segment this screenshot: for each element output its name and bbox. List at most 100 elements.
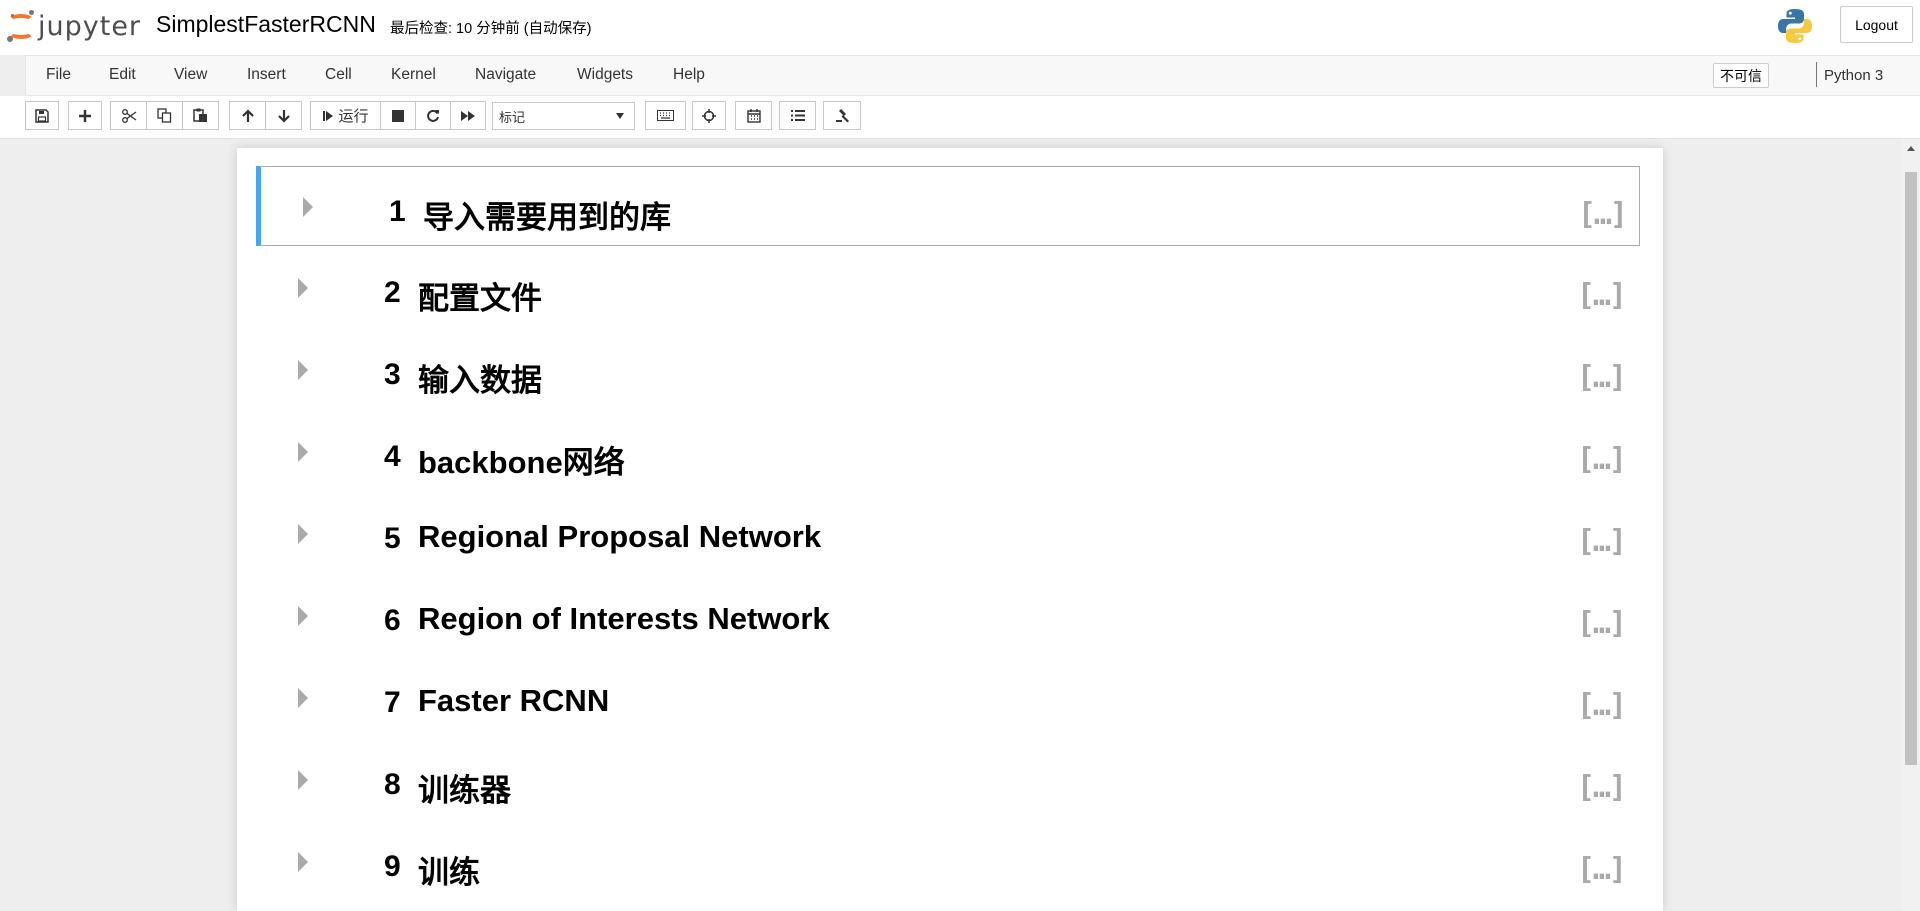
- jupyter-logo[interactable]: jupyter: [6, 8, 141, 44]
- menubar: File Edit View Insert Cell Kernel Naviga…: [25, 55, 1920, 96]
- heading-text: 训练器: [418, 773, 511, 808]
- gavel-icon: [835, 109, 849, 123]
- heading-number: 2: [384, 276, 401, 309]
- scissors-icon: [121, 108, 136, 123]
- jupyter-logo-icon: [6, 9, 36, 43]
- collapse-caret-right-icon[interactable]: [298, 360, 308, 380]
- collapsed-ellipsis[interactable]: […]: [1578, 197, 1628, 232]
- calendar-icon: [746, 108, 761, 123]
- heading-text: 训练: [418, 855, 480, 890]
- crosshairs-icon: [702, 108, 716, 123]
- heading-number: 1: [389, 195, 406, 228]
- run-button[interactable]: 运行: [310, 101, 381, 130]
- menu-file[interactable]: File: [46, 66, 71, 84]
- notebook-container: 1 导入需要用到的库 […] 2 配置文件 […] 3 输入数据 […] 4 b…: [237, 148, 1663, 911]
- collapsed-ellipsis[interactable]: […]: [1577, 278, 1627, 313]
- collapsed-ellipsis[interactable]: […]: [1577, 360, 1627, 395]
- save-icon: [35, 108, 49, 123]
- restart-kernel-button[interactable]: [415, 101, 451, 130]
- heading-cell[interactable]: 4 backbone网络 […]: [256, 412, 1640, 492]
- collapse-caret-right-icon[interactable]: [303, 197, 313, 217]
- collapsed-ellipsis[interactable]: […]: [1577, 442, 1627, 477]
- collapse-caret-right-icon[interactable]: [298, 442, 308, 462]
- collapse-caret-right-icon[interactable]: [298, 606, 308, 626]
- collapsed-ellipsis[interactable]: […]: [1577, 606, 1627, 641]
- collapsed-ellipsis[interactable]: […]: [1577, 852, 1627, 887]
- heading-text: 导入需要用到的库: [423, 200, 671, 235]
- toolbar: 运行 标记: [0, 96, 1920, 139]
- heading-text: Region of Interests Network: [418, 601, 830, 636]
- python-logo-icon: [1778, 9, 1812, 43]
- heading-number: 9: [384, 850, 401, 883]
- keyboard-icon: [657, 110, 674, 121]
- step-forward-icon: [323, 110, 334, 121]
- fast-forward-icon: [461, 110, 475, 121]
- heading-text: Regional Proposal Network: [418, 519, 822, 554]
- paste-button[interactable]: [182, 101, 219, 130]
- plus-icon: [79, 109, 91, 122]
- restart-run-all-button[interactable]: [450, 101, 486, 130]
- heading-cell[interactable]: 5 Regional Proposal Network […]: [256, 494, 1640, 574]
- heading-number: 8: [384, 768, 401, 801]
- heading-cell[interactable]: 1 导入需要用到的库 […]: [256, 166, 1640, 246]
- save-button[interactable]: [25, 101, 59, 130]
- run-label: 运行: [338, 108, 369, 125]
- heading-number: 3: [384, 358, 401, 391]
- kernel-name: Python 3: [1824, 67, 1884, 84]
- menu-kernel[interactable]: Kernel: [391, 66, 436, 84]
- cut-button[interactable]: [110, 101, 147, 130]
- insert-cell-button[interactable]: [68, 101, 102, 130]
- collapsed-ellipsis[interactable]: […]: [1577, 688, 1627, 723]
- heading-cell[interactable]: 3 输入数据 […]: [256, 330, 1640, 410]
- notebook-title[interactable]: SimplestFasterRCNN: [156, 11, 376, 38]
- menu-view[interactable]: View: [174, 66, 207, 84]
- page-scrollbar[interactable]: [1902, 139, 1920, 911]
- copy-icon: [157, 108, 172, 123]
- heading-cell[interactable]: 7 Faster RCNN […]: [256, 658, 1640, 738]
- heading-cell[interactable]: 9 训练 […]: [256, 822, 1640, 902]
- crosshairs-button[interactable]: [692, 101, 726, 130]
- trust-badge[interactable]: 不可信: [1713, 63, 1769, 88]
- paste-icon: [193, 108, 207, 122]
- table-of-contents-button[interactable]: [779, 101, 816, 130]
- scrollbar-thumb[interactable]: [1905, 172, 1917, 765]
- interrupt-kernel-button[interactable]: [380, 101, 416, 130]
- move-cell-up-button[interactable]: [229, 101, 266, 130]
- cell-type-select[interactable]: 标记: [492, 102, 635, 130]
- collapse-caret-right-icon[interactable]: [298, 852, 308, 872]
- collapsed-ellipsis[interactable]: […]: [1577, 770, 1627, 805]
- logo-text: jupyter: [38, 10, 142, 42]
- logout-button[interactable]: Logout: [1840, 6, 1913, 43]
- menu-navigate[interactable]: Navigate: [475, 66, 536, 84]
- kernel-separator: [1816, 62, 1817, 87]
- menu-widgets[interactable]: Widgets: [577, 66, 633, 84]
- heading-text: backbone网络: [418, 445, 625, 480]
- heading-number: 7: [384, 686, 401, 719]
- collapse-caret-right-icon[interactable]: [298, 770, 308, 790]
- menu-help[interactable]: Help: [673, 66, 705, 84]
- heading-cell[interactable]: 6 Region of Interests Network […]: [256, 576, 1640, 656]
- gavel-button[interactable]: [823, 101, 861, 130]
- heading-text: 配置文件: [418, 281, 542, 316]
- heading-cell[interactable]: 2 配置文件 […]: [256, 248, 1640, 328]
- copy-button[interactable]: [146, 101, 183, 130]
- list-icon: [790, 110, 805, 121]
- heading-cell[interactable]: 8 训练器 […]: [256, 740, 1640, 820]
- command-palette-button[interactable]: [645, 101, 686, 130]
- collapsed-ellipsis[interactable]: […]: [1577, 524, 1627, 559]
- menu-edit[interactable]: Edit: [109, 66, 136, 84]
- move-cell-down-button[interactable]: [265, 101, 302, 130]
- collapse-caret-right-icon[interactable]: [298, 688, 308, 708]
- menu-cell[interactable]: Cell: [325, 66, 352, 84]
- arrow-up-icon: [241, 108, 254, 122]
- calendar-button[interactable]: [735, 101, 772, 130]
- stop-icon: [392, 109, 404, 122]
- restart-icon: [427, 109, 439, 122]
- checkpoint-status: 最后检查: 10 分钟前 (自动保存): [390, 21, 592, 37]
- scroll-up-arrow-icon[interactable]: [1907, 146, 1915, 151]
- collapse-caret-right-icon[interactable]: [298, 524, 308, 544]
- collapse-caret-right-icon[interactable]: [298, 278, 308, 298]
- heading-number: 6: [384, 604, 401, 637]
- heading-number: 5: [384, 522, 401, 555]
- menu-insert[interactable]: Insert: [247, 66, 286, 84]
